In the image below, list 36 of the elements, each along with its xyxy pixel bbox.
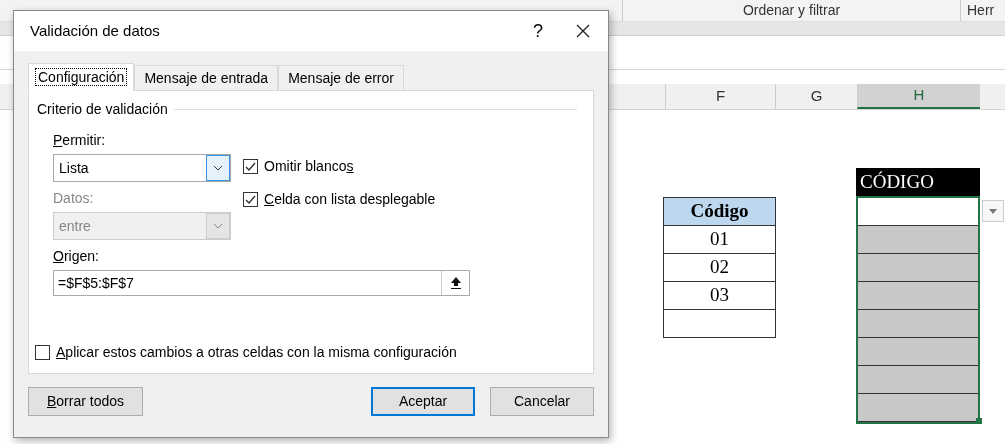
field-label: Datos:	[53, 189, 95, 208]
table-cell: 02	[664, 254, 775, 282]
checkbox-label[interactable]: Aplicar estos cambios a otras celdas con la misma configuración	[56, 342, 457, 363]
ribbon-group-label: Herr	[967, 1, 995, 20]
table-cell: 01	[664, 226, 775, 254]
help-button[interactable]: ?	[518, 17, 558, 45]
checkbox[interactable]	[35, 345, 50, 360]
checkbox[interactable]	[243, 159, 258, 174]
table-cell: 03	[664, 282, 775, 310]
dropdown[interactable]: Lista	[53, 154, 231, 182]
column-header[interactable]: H	[857, 84, 980, 109]
checkbox[interactable]	[243, 192, 258, 207]
dialog-button[interactable]: Aceptar	[371, 387, 475, 416]
tab[interactable]: Configuración	[28, 63, 135, 91]
cell-dropdown-button[interactable]	[982, 200, 1004, 222]
checkbox-label[interactable]: Omitir blancos	[264, 156, 354, 177]
close-icon	[576, 24, 590, 38]
column-header[interactable]: F	[665, 84, 775, 109]
chevron-icon	[206, 213, 230, 239]
caret-icon	[989, 208, 997, 214]
range-header: CÓDIGO	[856, 168, 980, 196]
field-label: Permitir:	[53, 131, 107, 150]
field-label: Origen:	[53, 247, 100, 266]
tab[interactable]: Mensaje de error	[278, 65, 404, 91]
dialog-button[interactable]: Borrar todos	[28, 387, 143, 416]
source-field[interactable]: =$F$5:$F$7	[53, 270, 470, 296]
up-arrow-icon	[450, 277, 461, 289]
ribbon-group-label: Ordenar y filtrar	[742, 1, 841, 20]
chevron-icon	[206, 155, 230, 181]
checkbox-label[interactable]: Celda con lista desplegable	[264, 189, 436, 210]
table-header: Código	[664, 198, 775, 226]
tab[interactable]: Mensaje de entrada	[134, 65, 279, 91]
window-title: Validación de datos	[30, 20, 161, 41]
dialog-button[interactable]: Cancelar	[490, 387, 594, 416]
section-title: Criterio de validación	[37, 100, 168, 119]
fill-handle-icon[interactable]	[976, 418, 982, 424]
